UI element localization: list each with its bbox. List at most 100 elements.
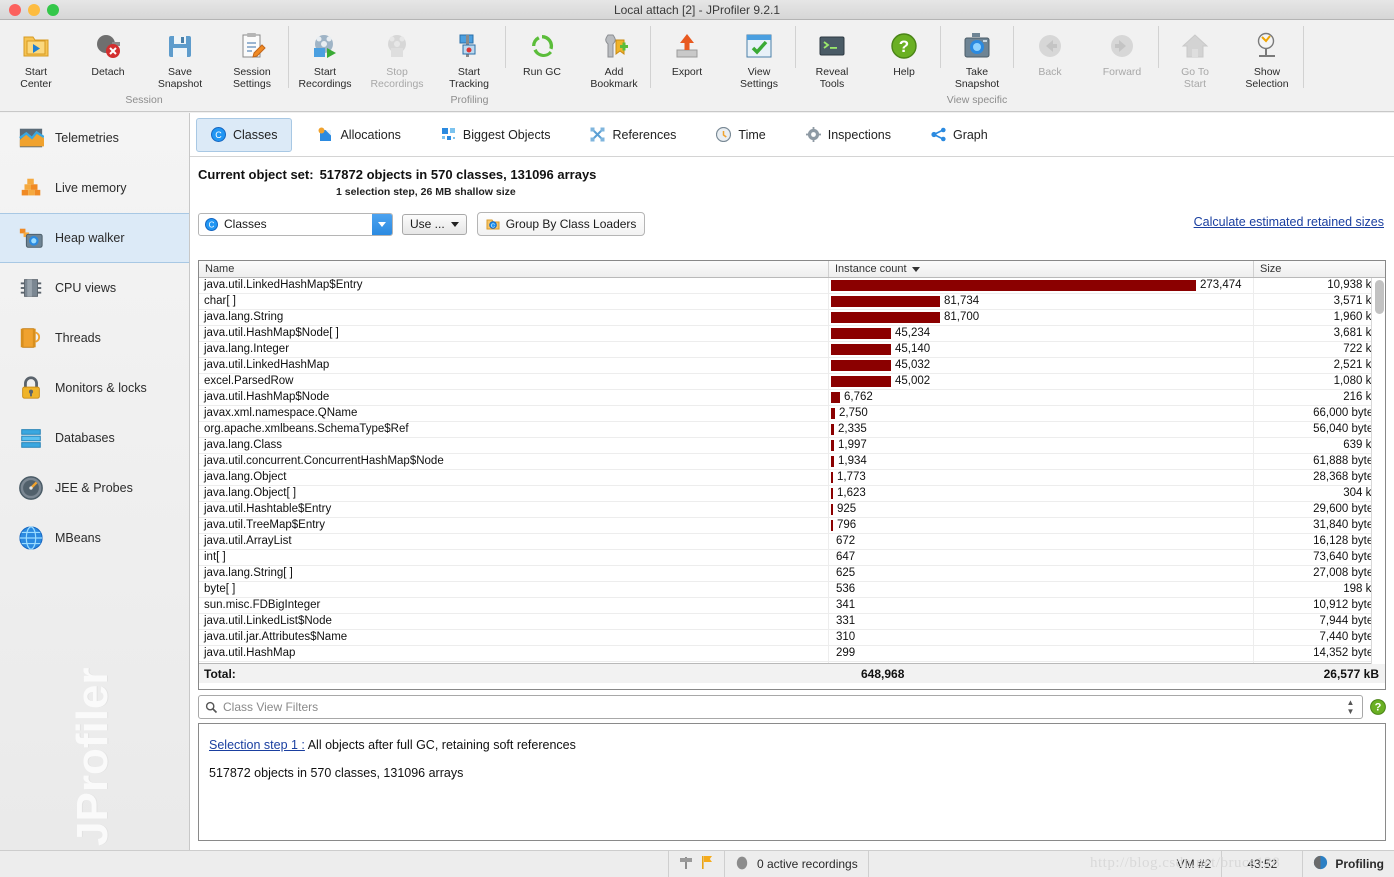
start-recordings-button[interactable]: Start Recordings xyxy=(289,20,361,92)
instance-count-value: 81,700 xyxy=(944,311,980,323)
sidebar-item-telemetries[interactable]: Telemetries xyxy=(0,113,189,163)
column-header-name-label: Name xyxy=(205,263,235,275)
table-row[interactable]: java.lang.Integer 45,140 722 kB xyxy=(199,342,1385,358)
column-header-instance-count[interactable]: Instance count xyxy=(829,261,1254,277)
class-view-filter[interactable]: Class View Filters ▲ ▼ xyxy=(198,695,1363,719)
table-row[interactable]: java.util.LinkedHashMap 45,032 2,521 kB xyxy=(199,358,1385,374)
instance-count-value: 273,474 xyxy=(1200,279,1242,291)
status-marker-icons[interactable] xyxy=(669,851,724,877)
sidebar-item-mbeans[interactable]: MBeans xyxy=(0,513,189,563)
column-header-instance-count-label: Instance count xyxy=(835,263,907,275)
bookmark-flag-icon[interactable] xyxy=(700,855,714,873)
table-row[interactable]: java.lang.Class 1,997 639 kB xyxy=(199,438,1385,454)
instance-count-bar xyxy=(831,408,835,419)
recycle-icon xyxy=(528,28,556,64)
cell-size: 7,440 bytes xyxy=(1319,631,1379,643)
instance-count-bar xyxy=(831,280,1196,291)
cell-instance-count: 45,140 xyxy=(829,342,1254,357)
tab-graph[interactable]: Graph xyxy=(917,118,1002,152)
toolbar-group-label: Profiling xyxy=(450,94,489,106)
aggregation-level-combo[interactable]: C Classes xyxy=(198,212,393,236)
cell-size: 198 kB xyxy=(1343,583,1379,595)
sidebar-item-databases[interactable]: Databases xyxy=(0,413,189,463)
table-row[interactable]: java.util.LinkedList$Node 331 7,944 bytes xyxy=(199,614,1385,630)
calculate-retained-sizes-link[interactable]: Calculate estimated retained sizes xyxy=(1194,215,1384,229)
table-row[interactable]: java.util.ArrayList 672 16,128 bytes xyxy=(199,534,1385,550)
cell-instance-count: 310 xyxy=(829,630,1254,645)
sidebar-item-cpu-views[interactable]: CPU views xyxy=(0,263,189,313)
signpost-icon[interactable] xyxy=(679,855,693,873)
tab-label: Biggest Objects xyxy=(462,127,551,142)
table-row[interactable]: java.util.Hashtable$Entry[ ] 257 18,880 by… xyxy=(199,662,1385,663)
filter-spinner[interactable]: ▲ ▼ xyxy=(1345,699,1356,716)
sidebar-item-label: Telemetries xyxy=(55,131,119,145)
show-selection-button[interactable]: Show Selection xyxy=(1231,20,1303,92)
table-row[interactable]: char[ ] 81,734 3,571 kB xyxy=(199,294,1385,310)
svg-text:?: ? xyxy=(1375,702,1382,714)
sidebar-item-label: Threads xyxy=(55,331,101,345)
column-header-name[interactable]: Name xyxy=(199,261,829,277)
table-row[interactable]: java.util.HashMap 299 14,352 bytes xyxy=(199,646,1385,662)
reveal-tools-button[interactable]: Reveal Tools xyxy=(796,20,868,92)
chevron-down-icon[interactable] xyxy=(372,213,392,235)
table-row[interactable]: excel.ParsedRow 45,002 1,080 kB xyxy=(199,374,1385,390)
scrollbar-thumb[interactable] xyxy=(1375,280,1384,314)
help-button[interactable]: ? Help xyxy=(868,20,940,92)
table-row[interactable]: org.apache.xmlbeans.SchemaType$Ref 2,335 5… xyxy=(199,422,1385,438)
cell-class-name: int[ ] xyxy=(199,550,829,565)
sidebar-item-live-memory[interactable]: Live memory xyxy=(0,163,189,213)
run-gc-button[interactable]: Run GC xyxy=(506,20,578,92)
cell-class-name: byte[ ] xyxy=(199,582,829,597)
cell-size: 216 kB xyxy=(1343,391,1379,403)
session-settings-button[interactable]: Session Settings xyxy=(216,20,288,92)
export-button[interactable]: Export xyxy=(651,20,723,92)
table-row[interactable]: sun.misc.FDBigInteger 341 10,912 bytes xyxy=(199,598,1385,614)
add-bookmark-button[interactable]: Add Bookmark xyxy=(578,20,650,92)
start-tracking-button[interactable]: Start Tracking xyxy=(433,20,505,92)
cell-class-name: java.lang.String xyxy=(199,310,829,325)
table-row[interactable]: java.lang.Object 1,773 28,368 bytes xyxy=(199,470,1385,486)
table-vertical-scrollbar[interactable] xyxy=(1371,278,1385,664)
tab-time[interactable]: Time xyxy=(702,118,779,152)
cell-size: 1,080 kB xyxy=(1333,375,1379,387)
detach-button[interactable]: Detach xyxy=(72,20,144,92)
group-by-class-loaders-button[interactable]: C Group By Class Loaders xyxy=(476,212,646,236)
instance-count-value: 45,032 xyxy=(895,359,931,371)
classes-icon: C xyxy=(205,217,218,231)
table-row[interactable]: java.util.HashMap$Node[ ] 45,234 3,681 kB xyxy=(199,326,1385,342)
tab-biggest-objects[interactable]: Biggest Objects xyxy=(427,118,565,152)
filter-help-icon[interactable]: ? xyxy=(1370,699,1386,715)
record-play-icon xyxy=(311,28,339,64)
instance-count-value: 45,002 xyxy=(895,375,931,387)
table-row[interactable]: java.util.LinkedHashMap$Entry 273,474 10,9… xyxy=(199,278,1385,294)
tab-inspections[interactable]: Inspections xyxy=(792,118,905,152)
table-row[interactable]: java.util.Hashtable$Entry 925 29,600 bytes xyxy=(199,502,1385,518)
instance-count-bar xyxy=(831,504,833,515)
sidebar-item-jee-probes[interactable]: JEE & Probes xyxy=(0,463,189,513)
instance-count-value: 796 xyxy=(837,519,857,531)
table-body[interactable]: java.util.LinkedHashMap$Entry 273,474 10,9… xyxy=(199,278,1385,663)
table-row[interactable]: java.util.HashMap$Node 6,762 216 kB xyxy=(199,390,1385,406)
table-row[interactable]: java.util.jar.Attributes$Name 310 7,440 by… xyxy=(199,630,1385,646)
save-snapshot-button[interactable]: Save Snapshot xyxy=(144,20,216,92)
tab-references[interactable]: References xyxy=(576,118,690,152)
use-button[interactable]: Use ... xyxy=(402,213,467,235)
column-header-size[interactable]: Size xyxy=(1254,261,1385,277)
view-settings-button[interactable]: View Settings xyxy=(723,20,795,92)
table-row[interactable]: java.lang.Object[ ] 1,623 304 kB xyxy=(199,486,1385,502)
take-snapshot-button[interactable]: Take Snapshot xyxy=(941,20,1013,92)
table-row[interactable]: java.util.concurrent.ConcurrentHashMap$N… xyxy=(199,454,1385,470)
start-center-button[interactable]: Start Center xyxy=(0,20,72,92)
table-row[interactable]: java.lang.String 81,700 1,960 kB xyxy=(199,310,1385,326)
table-row[interactable]: javax.xml.namespace.QName 2,750 66,000 byt… xyxy=(199,406,1385,422)
selection-step-link[interactable]: Selection step 1 : xyxy=(209,738,305,752)
table-row[interactable]: java.util.TreeMap$Entry 796 31,840 bytes xyxy=(199,518,1385,534)
table-row[interactable]: int[ ] 647 73,640 bytes xyxy=(199,550,1385,566)
sidebar-item-monitors-locks[interactable]: Monitors & locks xyxy=(0,363,189,413)
sidebar-item-threads[interactable]: Threads xyxy=(0,313,189,363)
sidebar-item-heap-walker[interactable]: Heap walker xyxy=(0,213,189,263)
table-row[interactable]: byte[ ] 536 198 kB xyxy=(199,582,1385,598)
tab-classes[interactable]: C Classes xyxy=(196,117,293,152)
table-row[interactable]: java.lang.String[ ] 625 27,008 bytes xyxy=(199,566,1385,582)
tab-allocations[interactable]: Allocations xyxy=(304,118,414,152)
